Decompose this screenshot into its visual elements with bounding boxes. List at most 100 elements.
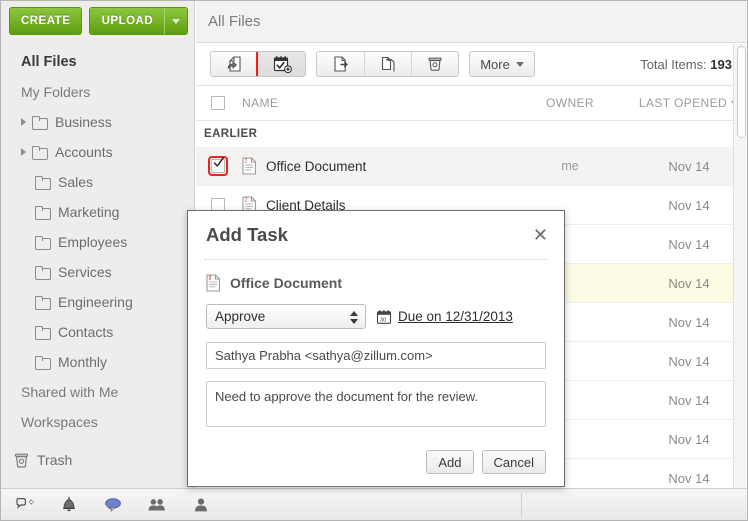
more-button[interactable]: More [469, 51, 535, 77]
folder-icon [35, 206, 51, 220]
sidebar-item-label: Services [58, 264, 112, 280]
task-type-value: Approve [215, 309, 266, 324]
sidebar: CREATE UPLOAD All Files My Folders Busines… [1, 1, 195, 489]
sidebar-item-marketing[interactable]: Marketing [1, 197, 194, 227]
folder-icon [35, 176, 51, 190]
toolbar: More Total Items: 193 [196, 43, 747, 86]
sidebar-item-label: Monthly [58, 354, 108, 370]
chevron-right-icon[interactable] [21, 148, 26, 156]
sidebar-item-services[interactable]: Services [1, 257, 194, 287]
sidebar-item-label: My Folders [21, 84, 91, 100]
add-task-dialog: Add Task ✕ 2 Office Document Approve 30 … [187, 210, 565, 487]
sidebar-item-trash-label: Trash [37, 452, 73, 468]
column-header-owner[interactable]: OWNER [510, 96, 630, 110]
delete-document-button[interactable] [411, 52, 458, 76]
scrollbar-thumb[interactable] [737, 46, 746, 138]
sidebar-item-monthly[interactable]: Monthly [1, 347, 194, 377]
sidebar-item-label: Contacts [58, 324, 114, 340]
more-button-label: More [480, 56, 510, 72]
document-recall-icon [227, 56, 241, 72]
row-owner-cell: me [561, 159, 579, 173]
row-last-opened-cell: Nov 14 [668, 314, 710, 330]
total-items-status: Total Items: 193 [640, 57, 736, 72]
status-bar [1, 488, 747, 520]
main-header: All Files [196, 1, 747, 43]
sidebar-item-business[interactable]: Business [1, 107, 194, 137]
dialog-document-name: Office Document [230, 275, 343, 291]
row-name-cell[interactable]: 2 Office Document [240, 157, 510, 175]
sidebar-item-sales[interactable]: Sales [1, 167, 194, 197]
upload-button-group: UPLOAD [89, 7, 188, 35]
close-icon[interactable]: ✕ [533, 226, 548, 244]
chevron-down-icon [515, 61, 524, 67]
create-button[interactable]: CREATE [9, 7, 83, 35]
select-all-cell [196, 96, 240, 110]
sidebar-item-label: All Files [21, 54, 77, 70]
column-header-last-opened[interactable]: LAST OPENED [630, 96, 747, 110]
folder-icon [35, 356, 51, 370]
page-title: All Files [208, 13, 261, 30]
row-name-label: Office Document [266, 158, 367, 174]
row-last-opened-cell: Nov 14 [668, 353, 710, 369]
sidebar-item-contacts[interactable]: Contacts [1, 317, 194, 347]
total-items-label: Total Items: [640, 56, 707, 72]
user-profile-icon[interactable] [191, 495, 211, 515]
upload-button[interactable]: UPLOAD [90, 8, 165, 34]
sidebar-item-label: Employees [58, 234, 128, 250]
row-group-label: EARLIER [204, 128, 258, 140]
row-last-opened-cell: Nov 14 [668, 236, 710, 252]
add-button[interactable]: Add [426, 450, 474, 474]
row-last-opened-cell: Nov 14 [668, 158, 710, 174]
sidebar-item-accounts[interactable]: Accounts [1, 137, 194, 167]
cancel-button[interactable]: Cancel [481, 450, 546, 474]
chevron-right-icon[interactable] [21, 118, 26, 126]
folder-icon [32, 146, 48, 160]
upload-dropdown-button[interactable] [164, 8, 187, 34]
copy-document-button[interactable] [364, 52, 411, 76]
svg-text:2: 2 [245, 159, 248, 165]
row-select-cell [196, 156, 240, 176]
contacts-group-icon[interactable] [147, 495, 167, 515]
task-description-input[interactable] [206, 381, 546, 427]
row-last-opened-cell: Nov 14 [668, 197, 710, 213]
sidebar-item-workspaces[interactable]: Workspaces [1, 407, 194, 437]
dialog-footer: Add Cancel [426, 450, 546, 474]
vertical-scrollbar[interactable] [733, 44, 747, 489]
toolbar-group-right [316, 51, 459, 77]
sidebar-item-label: Marketing [58, 204, 120, 220]
share-document-button[interactable] [317, 52, 364, 76]
row-last-opened-cell: Nov 14 [668, 275, 710, 291]
sidebar-nav-list: All Files My Folders Business Accounts Sales… [1, 47, 194, 437]
select-all-checkbox[interactable] [211, 96, 225, 110]
assignee-input[interactable] [206, 342, 546, 369]
dialog-document-row: 2 Office Document [206, 274, 546, 292]
sidebar-item-label: Workspaces [21, 414, 98, 430]
chevron-down-icon [172, 18, 181, 24]
task-type-select[interactable]: Approve [206, 304, 366, 329]
sidebar-item-employees[interactable]: Employees [1, 227, 194, 257]
row-checkbox-checked[interactable] [208, 156, 228, 176]
sidebar-item-trash[interactable]: Trash [1, 445, 194, 475]
dialog-body: 2 Office Document Approve 30 Due on 12/3… [188, 260, 564, 432]
column-header-name[interactable]: NAME [240, 96, 510, 110]
chat-settings-icon[interactable] [15, 495, 35, 515]
sidebar-item-label: Shared with Me [21, 384, 119, 400]
add-task-button[interactable] [256, 52, 305, 76]
sidebar-item-shared-with-me[interactable]: Shared with Me [1, 377, 194, 407]
sidebar-item-label: Accounts [55, 144, 113, 160]
app-window: CREATE UPLOAD All Files My Folders Busines… [0, 0, 748, 521]
column-header-last-opened-label: LAST OPENED [638, 96, 728, 110]
due-date-control[interactable]: 30 Due on 12/31/2013 [376, 309, 513, 325]
svg-text:30: 30 [380, 317, 386, 323]
due-date-link[interactable]: Due on 12/31/2013 [398, 309, 513, 324]
folder-icon [35, 326, 51, 340]
sidebar-item-all-files[interactable]: All Files [1, 47, 194, 77]
recall-document-button[interactable] [211, 52, 258, 76]
row-last-opened-cell: Nov 14 [668, 470, 710, 486]
sidebar-item-engineering[interactable]: Engineering [1, 287, 194, 317]
table-row[interactable]: 2 Office Document me Nov 14 [196, 147, 747, 186]
sidebar-item-my-folders[interactable]: My Folders [1, 77, 194, 107]
document-icon: 2 [206, 274, 221, 292]
notification-bell-icon[interactable] [59, 495, 79, 515]
chat-bubble-icon[interactable] [103, 495, 123, 515]
